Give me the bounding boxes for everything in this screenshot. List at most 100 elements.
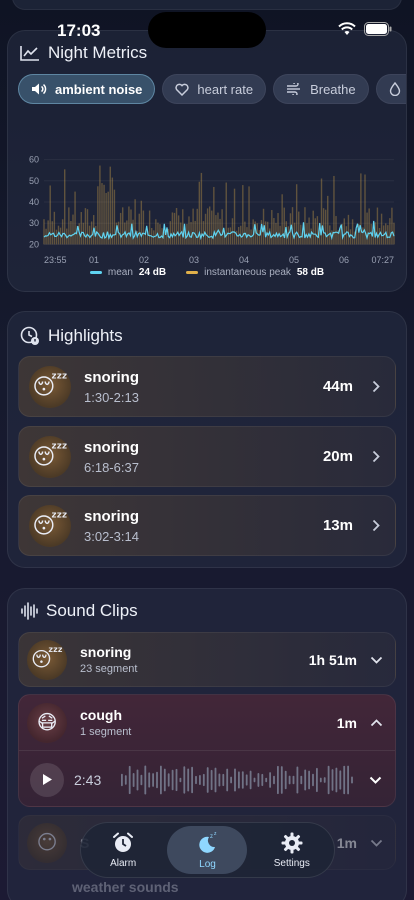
highlight-item[interactable]: 😴 snoring 6:18-6:37 20m [18,426,396,487]
legend-mean-label: mean [107,267,133,278]
waveform-bar [300,775,303,784]
highlight-name: snoring [84,507,139,525]
waveform-bar [230,776,232,783]
snoring-avatar-icon: 😴 [29,365,71,408]
speaker-icon [32,83,47,95]
waveform-bar [257,772,260,787]
waveform-bar [136,768,139,791]
pill-breathe[interactable]: Breathe [273,74,369,104]
chevron-down-icon[interactable] [365,656,387,664]
x-tick-label: 01 [89,255,99,263]
waveform-bar [128,765,131,794]
clip-duration: 1m [336,834,357,851]
waveform-bar [327,765,330,794]
snoring-avatar-icon: 😴 [29,435,71,478]
waveform-bar [347,765,349,794]
highlights-title: Highlights [48,326,123,345]
drop-icon [389,82,400,96]
x-tick-label: 03 [189,255,199,263]
waveform-bar [191,766,193,793]
clip-snoring[interactable]: 😴 snoring 23 segment 1h 51m [18,632,396,687]
svg-text:z: z [210,834,213,840]
chevron-up-icon[interactable] [365,718,387,727]
status-icons [338,22,392,36]
chevron-down-icon[interactable] [364,776,386,784]
pill-blood-oxygen[interactable]: bl [375,74,406,104]
y-tick-label: 50 [29,176,39,186]
clip-segments: 1 segment [80,726,132,738]
clip-duration: 1m [336,714,357,731]
highlight-item[interactable]: 😴 snoring 1:30-2:13 44m [18,356,396,417]
audio-player: 2:43 [19,751,395,808]
pill-ambient-noise[interactable]: ambient noise [18,74,156,104]
sound-clips-header: Sound Clips [20,601,138,621]
clip-text: snoring 23 segment [80,644,309,675]
waveform-bar [171,769,174,790]
chevron-down-icon[interactable] [365,839,387,847]
x-tick-label: 07:27 [371,255,394,263]
x-tick-label: 05 [289,255,299,263]
waveform-bar [339,769,342,790]
chart-legend: mean 24 dB instantaneous peak 58 dB [8,267,406,278]
highlight-time: 1:30-2:13 [84,389,139,405]
highlight-duration: 44m [322,378,353,395]
waveform-bar [319,777,322,782]
waveform-bar [175,768,178,791]
heart-icon [175,83,190,96]
waveform-bar [206,766,209,793]
chevron-right-icon [365,380,387,393]
tab-log[interactable]: z z Log [167,826,248,874]
waveform-bar [265,777,268,782]
waveform-bar [245,773,248,786]
tab-label: Settings [273,857,310,869]
waveform-bar [160,765,162,794]
x-tick-label: 23:55 [44,255,67,263]
y-tick-label: 60 [29,155,39,165]
clip-cough-header[interactable]: 😷 cough 1 segment 1m [19,695,395,750]
highlight-duration: 20m [322,448,353,465]
legend-peak: instantaneous peak 58 dB [186,267,324,278]
y-tick-label: 30 [29,218,39,228]
tab-alarm[interactable]: Alarm [83,826,163,874]
waveform-bar [308,770,310,789]
tab-settings[interactable]: Settings [252,826,332,874]
gear-icon [281,832,303,853]
clip-weather-sounds[interactable]: weather sounds [72,879,179,895]
waveform-bar [163,768,166,791]
waveform-bar [202,773,205,786]
play-button[interactable] [30,762,64,797]
waveform-bar [335,767,338,792]
clip-name: cough [80,707,122,723]
waveform-bar [218,772,221,787]
waveform-bar [343,765,346,794]
play-icon [43,774,52,785]
legend-peak-label: instantaneous peak [204,267,291,278]
snoring-avatar-icon: 😴 [29,504,71,547]
battery-icon [364,22,392,36]
sound-avatar-icon: 😶 [27,822,67,863]
sound-clips-title: Sound Clips [46,601,138,620]
waveform-bar [292,775,295,784]
waveform-bar [199,774,201,785]
waveform-bar [124,774,127,785]
audio-waveform[interactable] [118,763,358,797]
waveform-bar [323,776,326,783]
waveform-bar [316,767,318,792]
chevron-right-icon [365,450,387,463]
waveform-bar [183,765,186,794]
chevron-right-icon [365,519,387,532]
clip-name: snoring [80,644,132,660]
pill-heart-rate[interactable]: heart rate [162,74,267,104]
highlight-time: 3:02-3:14 [84,528,139,544]
y-tick-label: 40 [29,197,39,207]
waveform-bar [304,768,307,791]
waveform-bar [179,777,182,782]
legend-mean: mean 24 dB [89,267,166,278]
highlight-time: 6:18-6:37 [84,459,139,475]
metric-pills: ambient noise heart rate Breathe bl [18,74,406,106]
waveform-bar [241,770,244,789]
highlight-item[interactable]: 😴 snoring 3:02-3:14 13m [18,495,396,556]
legend-peak-value: 58 dB [296,267,325,278]
ambient-noise-chart: 20 30 40 50 60 23:55 01 02 03 04 05 06 07:27 [29,155,395,263]
waveform-bar [210,769,213,790]
